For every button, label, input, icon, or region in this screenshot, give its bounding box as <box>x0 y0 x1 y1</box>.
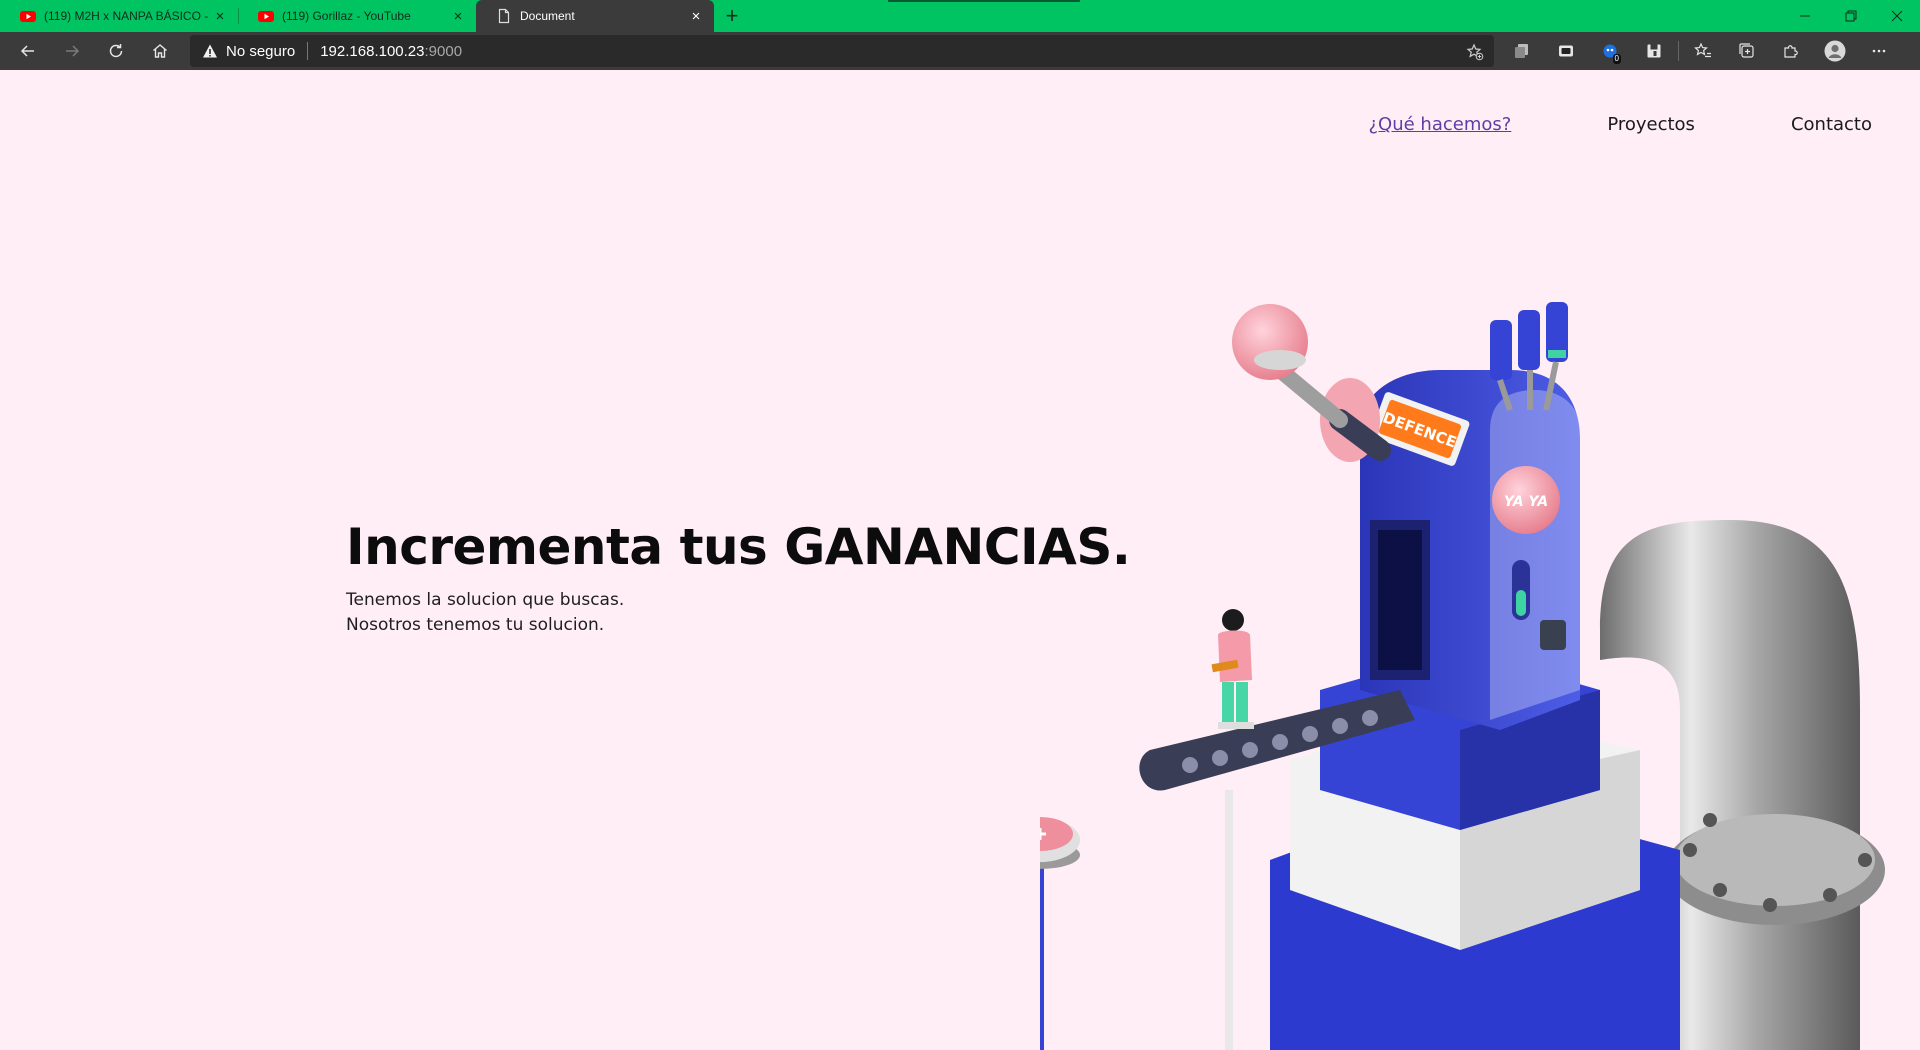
site-nav: ¿Qué hacemos? Proyectos Contacto <box>1368 114 1872 135</box>
hero-subtitle: Tenemos la solucion que buscas. Nosotros… <box>346 588 1130 638</box>
tab-title: (119) Gorillaz - YouTube <box>282 9 411 23</box>
nav-link-proyectos[interactable]: Proyectos <box>1607 114 1695 135</box>
tab-close-icon[interactable]: × <box>210 8 230 25</box>
document-icon <box>498 8 510 24</box>
tab-title: (119) M2H x NANPA BÁSICO - N <box>44 9 210 23</box>
lever <box>1232 304 1391 462</box>
minimize-icon <box>1800 15 1810 17</box>
url-port[interactable]: :9000 <box>425 43 463 60</box>
close-icon <box>1891 10 1903 22</box>
extensions-area: 0 <box>1500 32 1901 70</box>
refresh-icon <box>109 44 123 58</box>
restore-button[interactable] <box>1828 0 1874 32</box>
tab-close-icon[interactable]: × <box>686 8 706 25</box>
tab-document[interactable]: Document × <box>476 0 714 32</box>
favorites-button[interactable] <box>1681 32 1725 70</box>
browser-toolbar: No seguro 192.168.100.23:9000 0 <box>0 32 1920 70</box>
tab-strip: (119) M2H x NANPA BÁSICO - N × (119) Gor… <box>0 0 1920 32</box>
settings-menu-button[interactable] <box>1857 32 1901 70</box>
arrow-left-icon <box>20 45 34 57</box>
avatar-icon <box>1824 40 1846 62</box>
back-button[interactable] <box>6 32 50 70</box>
arrow-right-icon <box>66 45 80 57</box>
extension-button[interactable]: 0 <box>1588 32 1632 70</box>
favorites-icon <box>1694 42 1711 58</box>
person-figure <box>1211 609 1254 729</box>
machine-logo: YA YA <box>1504 494 1548 510</box>
close-window-button[interactable] <box>1874 0 1920 32</box>
youtube-icon <box>258 11 274 22</box>
web-page: ¿Qué hacemos? Proyectos Contacto Increme… <box>0 70 1920 1050</box>
security-status[interactable]: No seguro <box>226 43 295 60</box>
button-stand <box>1040 817 1080 1050</box>
profile-button[interactable] <box>1813 32 1857 70</box>
hero-section: Incrementa tus GANANCIAS. Tenemos la sol… <box>346 518 1131 638</box>
window-controls <box>1782 0 1920 32</box>
copy-icon <box>1515 44 1528 58</box>
save-icon <box>1647 44 1661 58</box>
hero-line-2: Nosotros tenemos tu solucion. <box>346 615 605 635</box>
tab-drag-indicator <box>888 0 1080 2</box>
hero-illustration: YA YA DEFENCE <box>1040 302 1885 1050</box>
tab-youtube-gorillaz[interactable]: (119) Gorillaz - YouTube × <box>238 0 476 32</box>
media-icon <box>1559 45 1573 57</box>
extension-button[interactable] <box>1632 32 1676 70</box>
extension-badge: 0 <box>1612 54 1621 64</box>
tab-title: Document <box>520 9 575 23</box>
nav-link-que-hacemos[interactable]: ¿Qué hacemos? <box>1368 114 1511 135</box>
hero-line-1: Tenemos la solucion que buscas. <box>346 590 625 610</box>
collections-icon <box>1739 43 1754 58</box>
extension-button[interactable] <box>1500 32 1544 70</box>
nav-link-contacto[interactable]: Contacto <box>1791 114 1872 135</box>
tab-youtube-nanpa[interactable]: (119) M2H x NANPA BÁSICO - N × <box>0 0 238 32</box>
restore-icon <box>1845 10 1857 22</box>
warning-icon[interactable] <box>202 43 218 59</box>
refresh-button[interactable] <box>94 32 138 70</box>
more-icon <box>1872 49 1886 53</box>
url-host[interactable]: 192.168.100.23 <box>320 43 424 60</box>
puzzle-icon <box>1784 45 1798 58</box>
divider <box>307 42 309 60</box>
home-button[interactable] <box>138 32 182 70</box>
add-favorite-icon[interactable] <box>1466 43 1484 61</box>
address-bar[interactable]: No seguro 192.168.100.23:9000 <box>190 35 1494 67</box>
forward-button[interactable] <box>50 32 94 70</box>
extensions-button[interactable] <box>1769 32 1813 70</box>
tab-close-icon[interactable]: × <box>448 8 468 25</box>
youtube-icon <box>20 11 36 22</box>
machine-body: YA YA DEFENCE <box>1360 370 1580 730</box>
divider <box>1678 41 1679 61</box>
minimize-button[interactable] <box>1782 0 1828 32</box>
extension-button[interactable] <box>1544 32 1588 70</box>
new-tab-button[interactable]: + <box>714 0 750 32</box>
home-icon <box>153 44 167 58</box>
collections-button[interactable] <box>1725 32 1769 70</box>
hero-title: Incrementa tus GANANCIAS. <box>346 518 1131 576</box>
